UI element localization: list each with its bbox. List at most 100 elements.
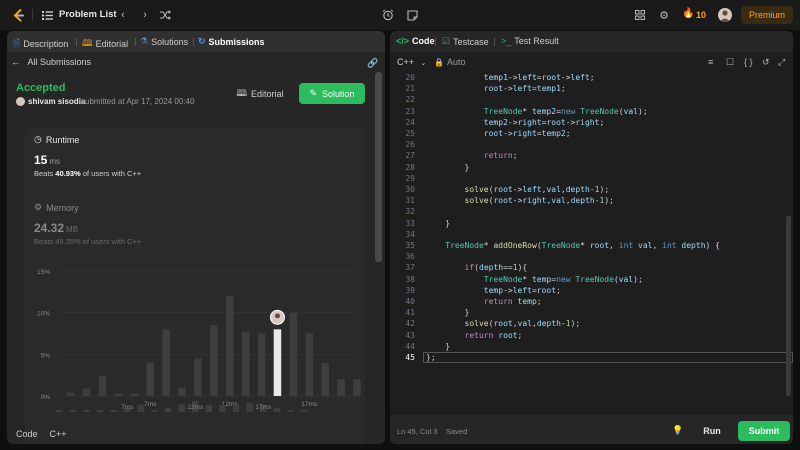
- code-line[interactable]: 26: [390, 139, 793, 150]
- divider: [494, 38, 495, 46]
- tab-solutions[interactable]: ⚗ Solutions: [140, 36, 188, 47]
- tab-test-result[interactable]: >_ Test Result: [501, 36, 559, 46]
- share-link-icon[interactable]: 🔗: [367, 58, 378, 69]
- gear-icon[interactable]: ⚙: [657, 8, 671, 22]
- mini-x-tick-label: 17ms: [255, 404, 272, 411]
- code-text: return root;: [464, 330, 523, 340]
- mini-chart-bar: [219, 405, 226, 412]
- alarm-clock-icon[interactable]: [381, 8, 395, 22]
- tab-testcase[interactable]: ☑ Testcase: [442, 36, 489, 47]
- all-submissions-link[interactable]: ← All Submissions: [11, 57, 91, 67]
- line-number: 25: [405, 129, 415, 138]
- code-line[interactable]: 40 return temp;: [390, 296, 793, 307]
- streak-count[interactable]: 10: [696, 10, 706, 20]
- divider: [32, 9, 33, 21]
- leetcode-logo-icon[interactable]: [11, 8, 25, 22]
- code-line[interactable]: 39 temp->left=root;: [390, 285, 793, 296]
- scrollbar[interactable]: [375, 72, 382, 262]
- code-line[interactable]: 29: [390, 173, 793, 184]
- tab-submissions[interactable]: ↻ Submissions: [198, 36, 265, 47]
- tab-label: Description: [23, 39, 69, 49]
- code-line[interactable]: 43 return root;: [390, 330, 793, 341]
- mini-chart-bar: [300, 410, 308, 412]
- chevron-right-icon[interactable]: ›: [138, 8, 152, 22]
- code-line[interactable]: 20 temp1->left=root->left;: [390, 72, 793, 83]
- expand-icon[interactable]: ⤢: [778, 57, 785, 68]
- code-line[interactable]: 23 TreeNode* temp2=new TreeNode(val);: [390, 106, 793, 117]
- chart-bar[interactable]: [226, 296, 234, 396]
- mini-x-tick-label: 12ms: [187, 404, 204, 411]
- code-line[interactable]: 37 if(depth==1){: [390, 262, 793, 273]
- code-line[interactable]: 45};: [390, 352, 793, 363]
- chart-bar[interactable]: [289, 312, 298, 396]
- code-line[interactable]: 34: [390, 229, 793, 240]
- format-icon[interactable]: ≡: [708, 57, 713, 67]
- divider: [435, 38, 436, 46]
- terminal-icon: >_: [501, 36, 512, 46]
- code-line[interactable]: 28 }: [390, 162, 793, 173]
- tab-description[interactable]: 🗎 Description: [13, 36, 68, 52]
- editor-scrollbar[interactable]: [786, 216, 791, 396]
- layout-grid-icon[interactable]: [633, 8, 647, 22]
- code-text: temp->left=root;: [483, 285, 561, 295]
- code-line[interactable]: 35 TreeNode* addOneRow(TreeNode* root, i…: [390, 240, 793, 251]
- submit-button[interactable]: Submit: [738, 421, 790, 441]
- code-line[interactable]: 44 }: [390, 341, 793, 352]
- code-editor[interactable]: 20 temp1->left=root->left; 21 root->left=…: [390, 71, 793, 414]
- tab-label: Test Result: [514, 36, 559, 46]
- code-line[interactable]: 22: [390, 94, 793, 105]
- code-line[interactable]: 24 temp2->right=root->right;: [390, 117, 793, 128]
- code-line[interactable]: 25 root->right=temp2;: [390, 128, 793, 139]
- clock-icon: ◷: [34, 134, 42, 144]
- mini-chart-bar: [287, 410, 294, 412]
- lightbulb-icon[interactable]: 💡: [672, 425, 683, 436]
- code-line[interactable]: 27 return;: [390, 150, 793, 161]
- chevron-down-icon: ⌄: [420, 60, 427, 67]
- line-number: 38: [405, 274, 415, 284]
- code-line[interactable]: 42 solve(root,val,depth-1);: [390, 318, 793, 329]
- problem-list-link[interactable]: Problem List: [59, 9, 117, 20]
- line-number: 42: [405, 319, 415, 329]
- chart-bar[interactable]: [353, 379, 361, 396]
- distribution-overview-chart[interactable]: 7ms 12ms 17ms: [52, 386, 352, 412]
- line-number: 22: [405, 95, 415, 105]
- code-line[interactable]: 30 solve(root->left,val,depth-1);: [390, 184, 793, 195]
- code-line[interactable]: 31 solve(root->right,val,depth-1);: [390, 195, 793, 206]
- line-number: 23: [405, 106, 415, 116]
- code-line[interactable]: 41 }: [390, 307, 793, 318]
- bookmark-icon[interactable]: ☐: [726, 57, 734, 68]
- braces-icon[interactable]: { }: [744, 57, 753, 67]
- run-button[interactable]: Run: [692, 422, 732, 440]
- username[interactable]: shivam sisodia: [28, 97, 85, 106]
- chevron-left-icon[interactable]: ‹: [116, 8, 130, 22]
- editorial-button[interactable]: 🕮 Editorial: [232, 84, 288, 103]
- premium-button[interactable]: Premium: [741, 6, 793, 24]
- code-line[interactable]: 32: [390, 206, 793, 217]
- list-icon[interactable]: [42, 10, 53, 20]
- code-text: TreeNode* temp=new TreeNode(val);: [483, 274, 643, 284]
- runtime-title[interactable]: ◷ Runtime: [34, 134, 79, 145]
- tab-editorial[interactable]: 🕮 Editorial: [82, 36, 128, 52]
- avatar[interactable]: [718, 8, 732, 22]
- memory-unit: MB: [66, 225, 79, 234]
- line-number: 34: [405, 229, 415, 239]
- memory-title[interactable]: ⚙ Memory: [34, 202, 79, 213]
- code-text: temp1->left=root->left;: [483, 73, 595, 82]
- line-number: 33: [405, 218, 415, 228]
- auto-mode-toggle[interactable]: 🔒 Auto: [434, 57, 465, 67]
- code-text: solve(root->left,val,depth-1);: [464, 185, 610, 194]
- mini-chart-bar: [232, 404, 240, 412]
- code-line[interactable]: 33 }: [390, 218, 793, 229]
- language-select[interactable]: C++ ⌄: [397, 57, 426, 67]
- code-lang-row: Code C++: [16, 429, 67, 439]
- code-line[interactable]: 21 root->left=temp1;: [390, 83, 793, 94]
- solution-button[interactable]: ✎ Solution: [299, 83, 365, 104]
- tab-code[interactable]: </> Code: [396, 36, 435, 46]
- code-line[interactable]: 38 TreeNode* temp=new TreeNode(val);: [390, 274, 793, 285]
- code-text: solve(root->right,val,depth-1);: [464, 196, 614, 206]
- tab-label: Testcase: [453, 36, 489, 47]
- note-icon[interactable]: [405, 8, 419, 22]
- reset-icon[interactable]: ↺: [762, 57, 770, 68]
- code-line[interactable]: 36: [390, 251, 793, 262]
- shuffle-icon[interactable]: [158, 8, 172, 22]
